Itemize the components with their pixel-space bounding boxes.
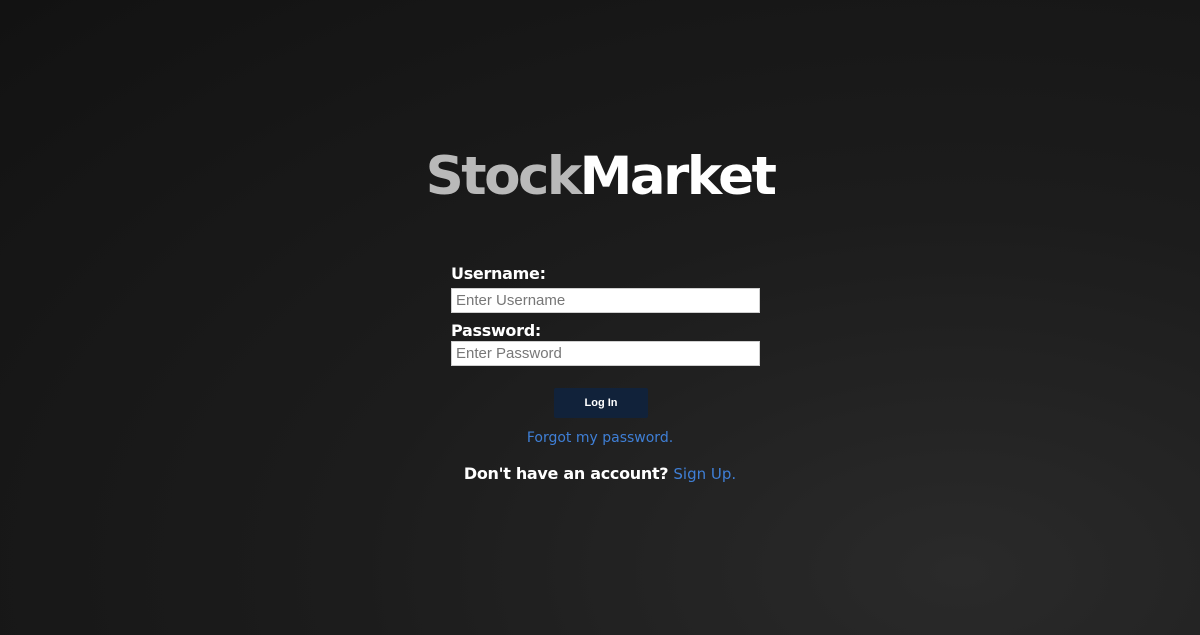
logo-text-market: Market	[579, 146, 777, 207]
signup-prompt: Don't have an account?	[463, 464, 669, 483]
forgot-password-row: Forgot my password.	[0, 427, 1200, 446]
signup-link[interactable]: Sign Up.	[673, 465, 736, 483]
password-input[interactable]	[451, 341, 760, 366]
logo-text-stock: Stock	[425, 146, 583, 207]
signup-row: Don't have an account? Sign Up.	[0, 464, 1200, 483]
username-label: Username:	[451, 264, 546, 283]
password-label: Password:	[451, 321, 541, 340]
login-form: Username: Password:	[451, 262, 761, 366]
app-logo: StockMarket	[0, 143, 1200, 211]
username-input[interactable]	[451, 288, 760, 313]
forgot-password-link[interactable]: Forgot my password.	[527, 430, 673, 446]
login-button[interactable]: Log In	[554, 388, 648, 418]
